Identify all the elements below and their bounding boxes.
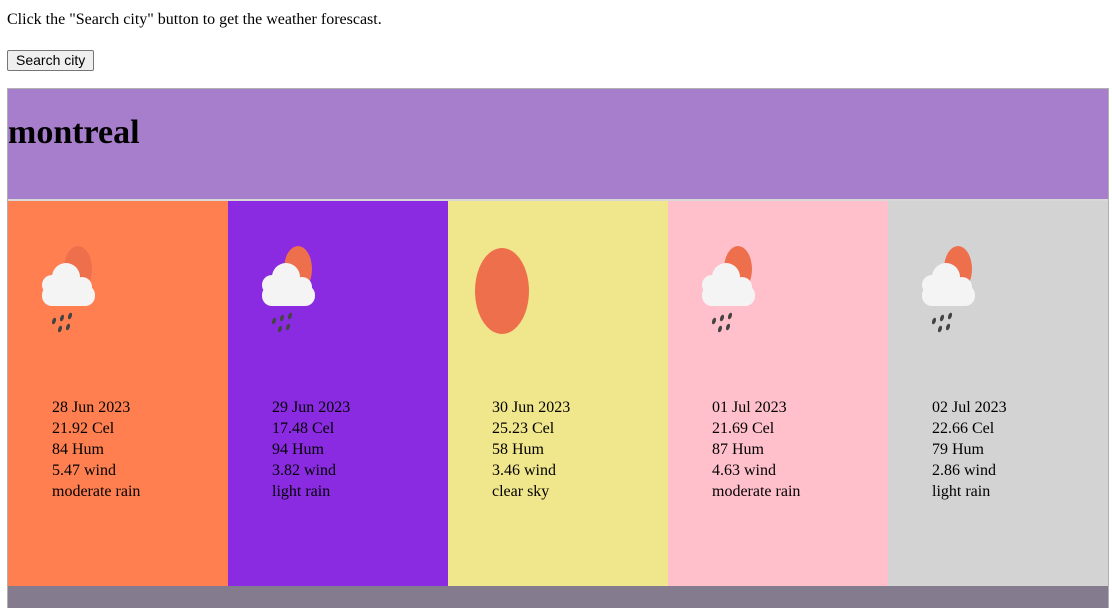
day-date: 29 Jun 2023: [272, 399, 351, 416]
day-info: 01 Jul 2023 21.69 Cel 87 Hum 4.63 wind m…: [712, 397, 800, 502]
day-card: 01 Jul 2023 21.69 Cel 87 Hum 4.63 wind m…: [668, 201, 888, 586]
day-info: 02 Jul 2023 22.66 Cel 79 Hum 2.86 wind l…: [932, 397, 1007, 502]
day-humidity: 87 Hum: [712, 441, 764, 458]
intro-text: Click the "Search city" button to get th…: [7, 11, 382, 28]
day-description: light rain: [932, 483, 991, 500]
search-city-button[interactable]: Search city: [7, 50, 95, 71]
day-temperature: 25.23 Cel: [492, 420, 555, 437]
day-temperature: 21.69 Cel: [712, 420, 775, 437]
footer-bar: [8, 586, 1108, 608]
day-temperature: 22.66 Cel: [932, 420, 995, 437]
day-card: 02 Jul 2023 22.66 Cel 79 Hum 2.86 wind l…: [888, 201, 1108, 586]
rain-cloud-sun-icon: [262, 246, 315, 333]
day-wind: 2.86 wind: [932, 462, 996, 479]
day-humidity: 84 Hum: [52, 441, 104, 458]
day-date: 28 Jun 2023: [52, 399, 131, 416]
city-header: montreal: [8, 89, 1108, 201]
day-card: 28 Jun 2023 21.92 Cel 84 Hum 5.47 wind m…: [8, 201, 228, 586]
day-date: 01 Jul 2023: [712, 399, 787, 416]
day-description: light rain: [272, 483, 331, 500]
day-temperature: 21.92 Cel: [52, 420, 115, 437]
rain-cloud-sun-icon: [42, 246, 95, 333]
day-wind: 5.47 wind: [52, 462, 116, 479]
day-humidity: 58 Hum: [492, 441, 544, 458]
day-wind: 3.82 wind: [272, 462, 336, 479]
weather-panel: montreal 28 Jun 2023 21.92 Cel 84 Hum 5.…: [7, 88, 1109, 608]
rain-cloud-sun-icon: [702, 246, 755, 333]
forecast-days: 28 Jun 2023 21.92 Cel 84 Hum 5.47 wind m…: [8, 201, 1108, 586]
sun-icon: [475, 248, 529, 334]
day-card: 30 Jun 2023 25.23 Cel 58 Hum 3.46 wind c…: [448, 201, 668, 586]
day-date: 30 Jun 2023: [492, 399, 571, 416]
day-description: moderate rain: [52, 483, 141, 500]
day-humidity: 94 Hum: [272, 441, 324, 458]
day-card: 29 Jun 2023 17.48 Cel 94 Hum 3.82 wind l…: [228, 201, 448, 586]
day-wind: 4.63 wind: [712, 462, 776, 479]
day-date: 02 Jul 2023: [932, 399, 1007, 416]
day-wind: 3.46 wind: [492, 462, 556, 479]
day-temperature: 17.48 Cel: [272, 420, 335, 437]
city-name: montreal: [8, 114, 140, 151]
day-info: 28 Jun 2023 21.92 Cel 84 Hum 5.47 wind m…: [52, 397, 140, 502]
day-info: 30 Jun 2023 25.23 Cel 58 Hum 3.46 wind c…: [492, 397, 570, 502]
day-description: moderate rain: [712, 483, 801, 500]
day-info: 29 Jun 2023 17.48 Cel 94 Hum 3.82 wind l…: [272, 397, 350, 502]
rain-cloud-sun-icon: [922, 246, 975, 333]
day-description: clear sky: [492, 483, 550, 500]
day-humidity: 79 Hum: [932, 441, 984, 458]
